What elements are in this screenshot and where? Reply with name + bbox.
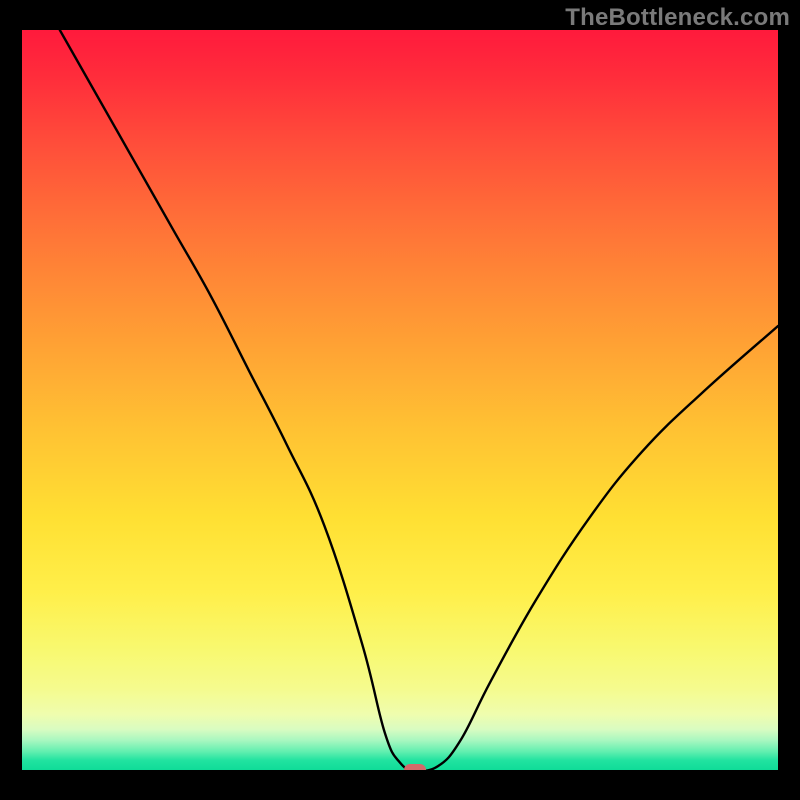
optimum-marker [404,764,426,770]
watermark-text: TheBottleneck.com [565,4,790,32]
chart-frame: TheBottleneck.com [0,0,800,800]
bottleneck-curve [22,30,778,770]
plot-area [22,30,778,770]
